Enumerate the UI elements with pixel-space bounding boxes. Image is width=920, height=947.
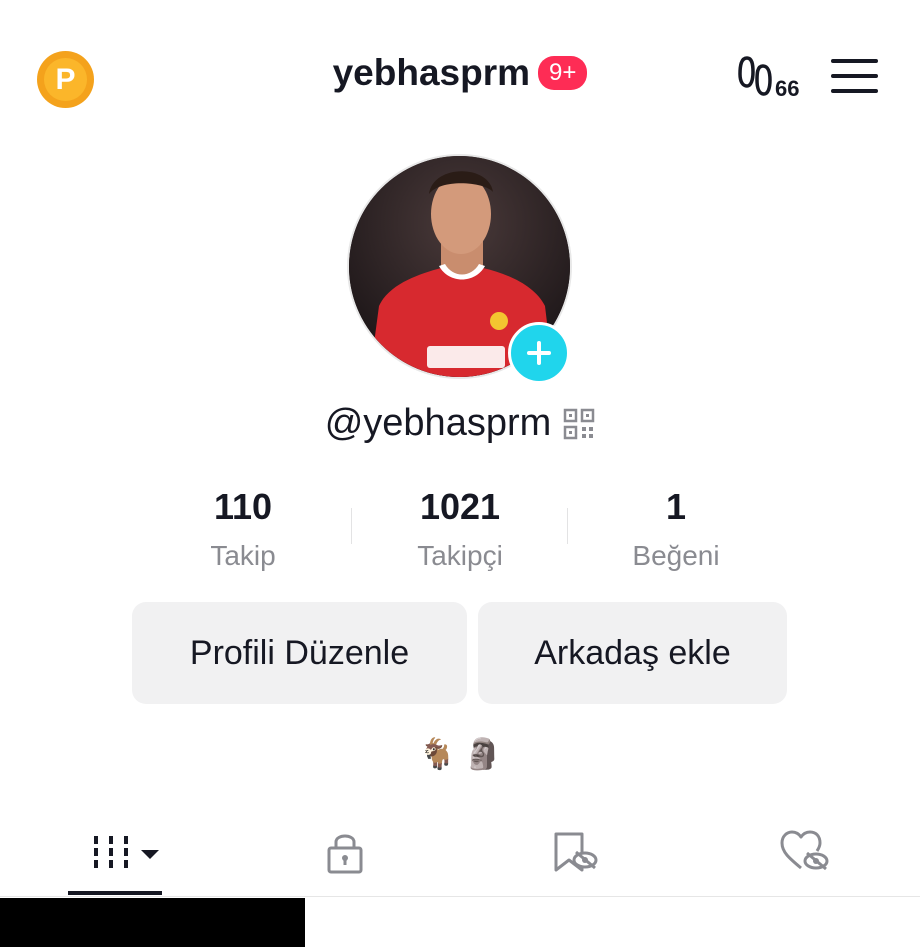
- stat-label: Takip: [210, 540, 276, 571]
- video-thumbnail[interactable]: [0, 898, 305, 947]
- lock-icon: [327, 834, 363, 874]
- notification-badge: 9+: [538, 56, 588, 90]
- tab-liked[interactable]: [755, 827, 855, 877]
- page-title: yebhasprm: [332, 52, 531, 93]
- menu-icon[interactable]: [831, 59, 878, 93]
- tab-videos[interactable]: [65, 827, 165, 877]
- active-tab-indicator: [68, 891, 162, 895]
- profile-views-count: 66: [775, 76, 800, 101]
- edit-profile-button[interactable]: Profili Düzenle: [132, 602, 467, 704]
- tab-private[interactable]: [295, 827, 395, 877]
- tab-saved[interactable]: [525, 827, 625, 877]
- add-friends-button[interactable]: Arkadaş ekle: [478, 602, 787, 704]
- stat-followers[interactable]: 1021 Takipçi: [360, 486, 560, 572]
- qr-code-icon[interactable]: [563, 408, 595, 440]
- stat-value: 1: [665, 486, 687, 527]
- divider: [0, 896, 920, 897]
- stat-label: Beğeni: [632, 540, 720, 571]
- stat-label: Takipçi: [417, 540, 503, 571]
- stat-likes[interactable]: 1 Beğeni: [576, 486, 776, 572]
- stat-following[interactable]: 110 Takip: [143, 486, 343, 572]
- plus-icon: [527, 341, 551, 365]
- footprint-icon: [738, 56, 772, 96]
- profile-views-button[interactable]: 66: [737, 52, 809, 101]
- stat-value: 110: [213, 486, 273, 527]
- liked-hidden-icon: [780, 830, 829, 871]
- divider: [351, 508, 352, 544]
- divider: [567, 508, 568, 544]
- grid-icon: [94, 836, 159, 868]
- bio: 🐐 🗿: [418, 738, 502, 771]
- user-handle: @yebhasprm: [324, 402, 552, 444]
- add-avatar-button[interactable]: [508, 322, 570, 384]
- handle-row: @yebhasprm: [0, 402, 920, 445]
- saved-hidden-icon: [554, 832, 598, 872]
- stat-value: 1021: [419, 486, 501, 527]
